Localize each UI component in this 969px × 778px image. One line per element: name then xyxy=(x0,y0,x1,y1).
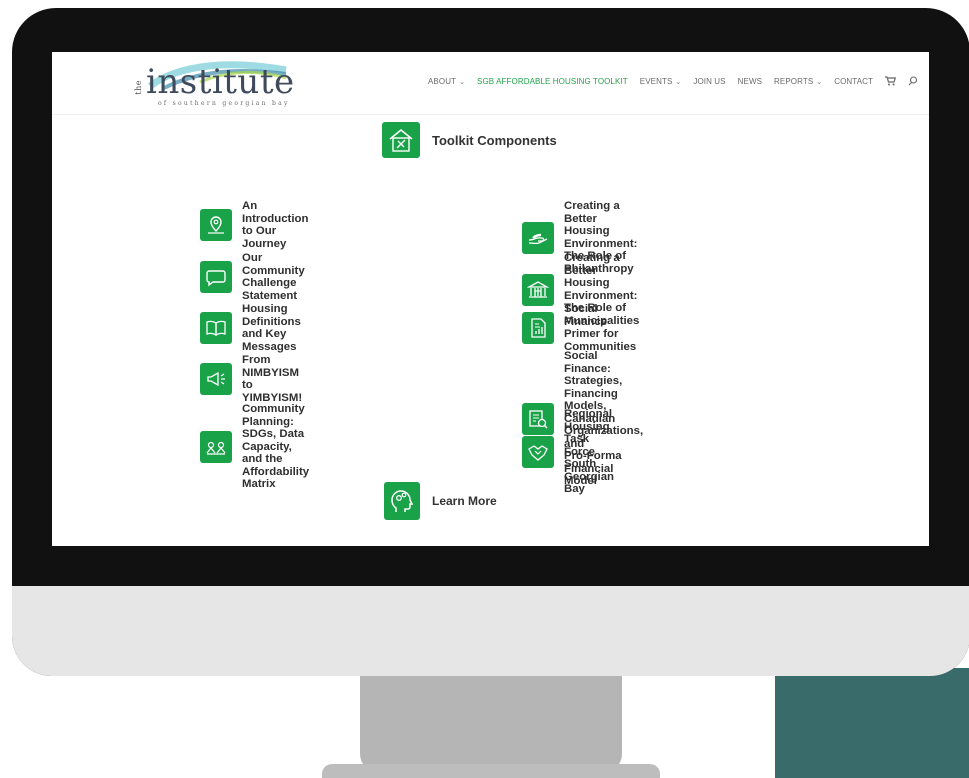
book-icon xyxy=(200,312,232,344)
learn-more-label: Learn More xyxy=(432,494,497,508)
toolkit-house-icon xyxy=(382,122,420,158)
hand-icon xyxy=(522,221,554,254)
nav-toolkit[interactable]: SGB AFFORDABLE HOUSING TOOLKIT xyxy=(477,77,628,86)
chevron-down-icon: ⌄ xyxy=(816,78,823,86)
monitor-frame: the institute of southern georgian bay A… xyxy=(12,8,969,676)
municipal-building-icon xyxy=(522,273,554,306)
monitor-stand xyxy=(360,664,622,772)
nav-about-label: ABOUT xyxy=(428,76,457,86)
nav-events-label: EVENTS xyxy=(639,76,673,86)
component-item-challenge-statement[interactable]: Our Community Challenge Statement xyxy=(200,252,305,302)
learn-more-link[interactable]: Learn More xyxy=(384,482,497,520)
search-icon xyxy=(908,76,918,86)
component-item-social-finance-primer[interactable]: Social Finance Primer for Communities xyxy=(522,303,636,353)
site-header: the institute of southern georgian bay A… xyxy=(52,52,929,115)
component-label: Social Finance Primer for Communities xyxy=(564,303,637,353)
component-label: An Introduction to Our Journey xyxy=(242,200,309,250)
cart-button[interactable] xyxy=(885,76,897,86)
website-screen: the institute of southern georgian bay A… xyxy=(52,52,929,546)
nav-about[interactable]: ABOUT ⌄ xyxy=(428,77,465,86)
document-chart-icon xyxy=(522,312,554,344)
nav-events[interactable]: EVENTS ⌄ xyxy=(640,77,682,86)
speech-bubble-icon xyxy=(200,261,232,293)
chevron-down-icon: ⌄ xyxy=(675,78,682,86)
component-label: Our Community Challenge Statement xyxy=(242,252,305,302)
nav-contact[interactable]: CONTACT xyxy=(834,77,873,86)
main-nav: ABOUT ⌄ SGB AFFORDABLE HOUSING TOOLKIT EV… xyxy=(428,76,929,86)
cart-icon xyxy=(885,76,897,86)
nav-join-us-label: JOIN US xyxy=(693,76,726,86)
toolkit-title: Toolkit Components xyxy=(382,122,557,158)
nav-toolkit-label: SGB AFFORDABLE HOUSING TOOLKIT xyxy=(477,76,628,86)
monitor-stand-base xyxy=(322,764,660,778)
monitor-chin xyxy=(12,586,969,676)
component-item-nimbyism[interactable]: From NIMBYISM to YIMBYISM! xyxy=(200,354,302,404)
search-button[interactable] xyxy=(908,76,918,86)
map-pin-icon xyxy=(200,209,232,241)
nav-contact-label: CONTACT xyxy=(834,76,874,86)
site-logo[interactable]: the institute of southern georgian bay xyxy=(134,56,314,114)
component-label: Housing Definitions and Key Messages xyxy=(242,303,301,353)
head-gears-icon xyxy=(384,482,420,520)
logo-wordmark: institute xyxy=(146,62,295,102)
component-label: Regional Housing Task Force South Georgia… xyxy=(564,408,615,495)
component-item-definitions[interactable]: Housing Definitions and Key Messages xyxy=(200,303,301,353)
component-label: From NIMBYISM to YIMBYISM! xyxy=(242,354,303,404)
nav-reports-label: REPORTS xyxy=(774,76,814,86)
component-item-community-planning[interactable]: Community Planning: SDGs, Data Capacity, … xyxy=(200,403,309,491)
component-item-introduction[interactable]: An Introduction to Our Journey xyxy=(200,200,308,250)
teal-accent-block xyxy=(775,668,969,778)
nav-reports[interactable]: REPORTS ⌄ xyxy=(774,77,822,86)
nav-news-label: NEWS xyxy=(737,76,763,86)
logo-prefix: the xyxy=(134,80,143,95)
logo-subtitle: of southern georgian bay xyxy=(158,100,290,107)
nav-news[interactable]: NEWS xyxy=(738,77,762,86)
page-title: Toolkit Components xyxy=(432,132,557,148)
component-label: Community Planning: SDGs, Data Capacity, … xyxy=(242,403,310,490)
planning-icon xyxy=(200,430,232,463)
nav-join-us[interactable]: JOIN US xyxy=(693,77,725,86)
megaphone-icon xyxy=(200,363,232,395)
component-item-task-force[interactable]: Regional Housing Task Force South Georgia… xyxy=(522,408,614,496)
handshake-icon xyxy=(522,435,554,468)
chevron-down-icon: ⌄ xyxy=(459,78,466,86)
